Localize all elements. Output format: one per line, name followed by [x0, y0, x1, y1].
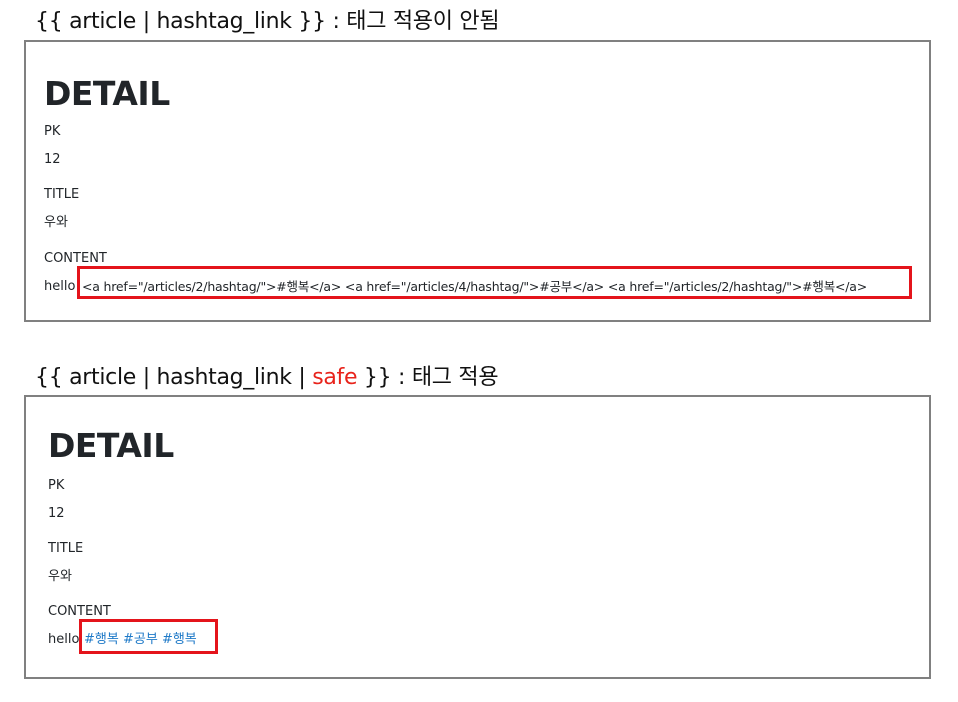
title-value: 우와: [44, 215, 68, 230]
pk-value: 12: [44, 152, 61, 167]
pk-label: PK: [48, 478, 65, 493]
pk-value: 12: [48, 506, 65, 521]
content-prefix: hello: [44, 279, 76, 294]
caption-with-safe: {{ article | hashtag_link | safe }} : 태그…: [35, 365, 499, 391]
title-label: TITLE: [48, 541, 84, 556]
content-label: CONTENT: [44, 251, 107, 266]
detail-heading: DETAIL: [48, 426, 174, 465]
hashtag-link[interactable]: #행복: [162, 632, 197, 647]
caption-no-safe: {{ article | hashtag_link }} : 태그 적용이 안됨: [35, 9, 500, 34]
detail-heading: DETAIL: [44, 74, 170, 113]
hashtag-link[interactable]: #행복: [84, 632, 119, 647]
caption-after: }} : 태그 적용: [357, 365, 499, 390]
content-prefix: hello: [48, 632, 80, 647]
caption-before: {{ article | hashtag_link |: [35, 365, 313, 390]
content-label: CONTENT: [48, 604, 111, 619]
hashtag-link[interactable]: #공부: [123, 632, 158, 647]
title-label: TITLE: [44, 187, 80, 202]
detail-panel-unsafe: DETAIL PK 12 TITLE 우와 CONTENT hello <a h…: [24, 40, 931, 322]
title-value: 우와: [48, 569, 72, 584]
content-raw-html: <a href="/articles/2/hashtag/">#행복</a> <…: [82, 279, 868, 294]
caption-safe-keyword: safe: [312, 365, 358, 390]
pk-label: PK: [44, 124, 61, 139]
detail-panel-safe: DETAIL PK 12 TITLE 우와 CONTENT hello #행복 …: [24, 395, 931, 679]
hashtag-links: #행복 #공부 #행복: [84, 632, 197, 648]
